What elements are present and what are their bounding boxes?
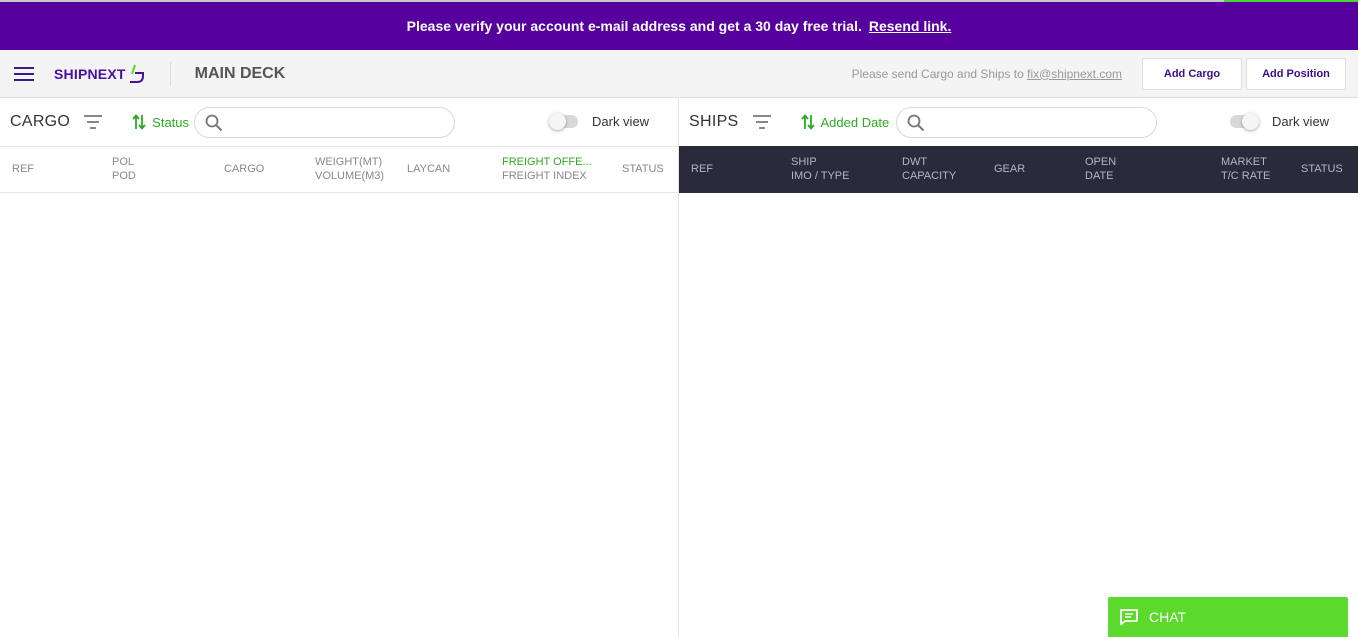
col-volume-label: VOLUME(M3) [315, 170, 385, 182]
col-ref[interactable]: REF [12, 162, 34, 176]
send-note: Please send Cargo and Ships to fix@shipn… [852, 67, 1122, 81]
sort-arrows-icon [132, 114, 146, 130]
cargo-title: CARGO [10, 113, 71, 130]
menu-icon[interactable] [14, 66, 34, 81]
cargo-search[interactable] [194, 107, 455, 138]
send-note-text: Please send Cargo and Ships to [851, 66, 1024, 81]
cargo-dark-view-label: Dark view [592, 114, 650, 129]
col-open-date[interactable]: OPEN DATE [1085, 155, 1116, 183]
header-actions: Please send Cargo and Ships to fix@shipn… [852, 57, 1358, 90]
cargo-table-header: REF POL POD CARGO WEIGHT(MT) VOLUME(M3) … [0, 146, 678, 193]
col-date-label: DATE [1085, 170, 1114, 182]
logo-mark-icon [129, 64, 144, 83]
ships-filter-icon[interactable] [752, 115, 771, 129]
cargo-panel: CARGO Status Dark view REF POL POD CARGO… [0, 98, 679, 637]
col-dwt-label: DWT [902, 156, 928, 168]
col-tc-rate-label: T/C RATE [1221, 170, 1271, 182]
ships-panel: SHIPS Added Date Dark view REF SHIP IMO … [679, 98, 1358, 637]
col-ship-imo[interactable]: SHIP IMO / TYPE [791, 155, 849, 183]
cargo-search-input[interactable] [231, 115, 431, 130]
verify-message: Please verify your account e-mail addres… [406, 18, 862, 34]
header-divider [169, 61, 171, 86]
ships-title: SHIPS [689, 113, 739, 130]
ships-search[interactable] [896, 107, 1157, 138]
col-open-label: OPEN [1085, 156, 1117, 168]
col-status[interactable]: STATUS [1301, 162, 1343, 176]
col-gear[interactable]: GEAR [994, 162, 1025, 176]
col-market-label: MARKET [1221, 156, 1267, 168]
shipnext-logo[interactable]: SHIPNEXT [54, 64, 145, 84]
cargo-toolbar: CARGO Status Dark view [0, 98, 678, 146]
ships-sort-label: Added Date [820, 114, 890, 130]
col-market-tc[interactable]: MARKET T/C RATE [1221, 155, 1270, 183]
col-imo-type-label: IMO / TYPE [791, 170, 850, 182]
col-pod-label: POD [112, 170, 136, 182]
col-cargo[interactable]: CARGO [224, 162, 264, 176]
col-ref[interactable]: REF [691, 162, 713, 176]
ships-search-input[interactable] [933, 115, 1133, 130]
col-pol-label: POL [112, 156, 135, 168]
chat-icon [1120, 609, 1138, 626]
ships-dark-view-toggle[interactable]: Dark view [1230, 113, 1330, 130]
sort-arrows-icon [800, 114, 815, 130]
chat-button[interactable]: CHAT [1108, 597, 1348, 637]
search-icon [907, 114, 925, 131]
fix-email-link[interactable]: fix@shipnext.com [1027, 67, 1122, 81]
col-freight-index-label: FREIGHT INDEX [502, 170, 587, 182]
logo-text: SHIPNEXT [54, 65, 126, 82]
cargo-filter-icon[interactable] [84, 115, 103, 129]
search-icon [205, 114, 223, 131]
chat-label: CHAT [1149, 609, 1187, 625]
ships-sort-button[interactable]: Added Date [800, 114, 890, 130]
ships-table-header: REF SHIP IMO / TYPE DWT CAPACITY GEAR OP… [679, 146, 1358, 193]
app-header: SHIPNEXT MAIN DECK Please send Cargo and… [0, 50, 1358, 98]
verify-banner: Please verify your account e-mail addres… [0, 2, 1358, 50]
add-cargo-button[interactable]: Add Cargo [1142, 57, 1242, 90]
col-freight-offer-label: FREIGHT OFFE... [502, 156, 592, 168]
col-pol-pod[interactable]: POL POD [112, 155, 136, 183]
resend-link[interactable]: Resend link. [869, 18, 951, 34]
col-status[interactable]: STATUS [622, 162, 664, 176]
toggle-switch[interactable] [1230, 113, 1259, 130]
cargo-sort-label: Status [152, 114, 190, 130]
toggle-switch[interactable] [549, 113, 578, 130]
page-title: MAIN DECK [194, 64, 286, 82]
add-position-button[interactable]: Add Position [1246, 57, 1346, 90]
col-laycan[interactable]: LAYCAN [407, 162, 450, 176]
col-capacity-label: CAPACITY [902, 170, 957, 182]
col-freight[interactable]: FREIGHT OFFE... FREIGHT INDEX [502, 155, 592, 183]
ships-dark-view-label: Dark view [1272, 114, 1330, 129]
cargo-sort-button[interactable]: Status [132, 114, 189, 130]
col-ship-label: SHIP [791, 156, 817, 168]
cargo-dark-view-toggle[interactable]: Dark view [549, 113, 650, 130]
ships-toolbar: SHIPS Added Date Dark view [679, 98, 1358, 146]
col-weight-label: WEIGHT(MT) [315, 156, 383, 168]
col-dwt-capacity[interactable]: DWT CAPACITY [902, 155, 956, 183]
col-weight-volume[interactable]: WEIGHT(MT) VOLUME(M3) [315, 155, 384, 183]
